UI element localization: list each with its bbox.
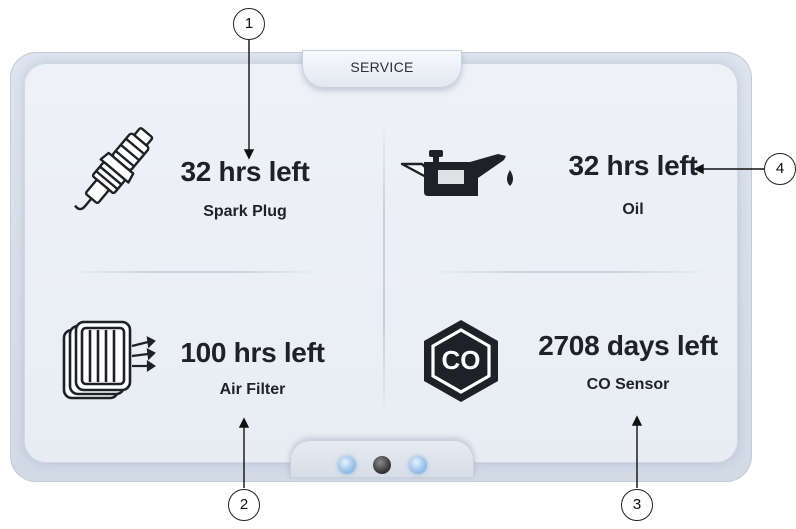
callout-arrows: [238, 40, 764, 488]
callout-2: 2: [228, 489, 260, 521]
callout-1: 1: [233, 8, 265, 40]
callout-3: 3: [621, 489, 653, 521]
callout-4: 4: [764, 153, 796, 185]
